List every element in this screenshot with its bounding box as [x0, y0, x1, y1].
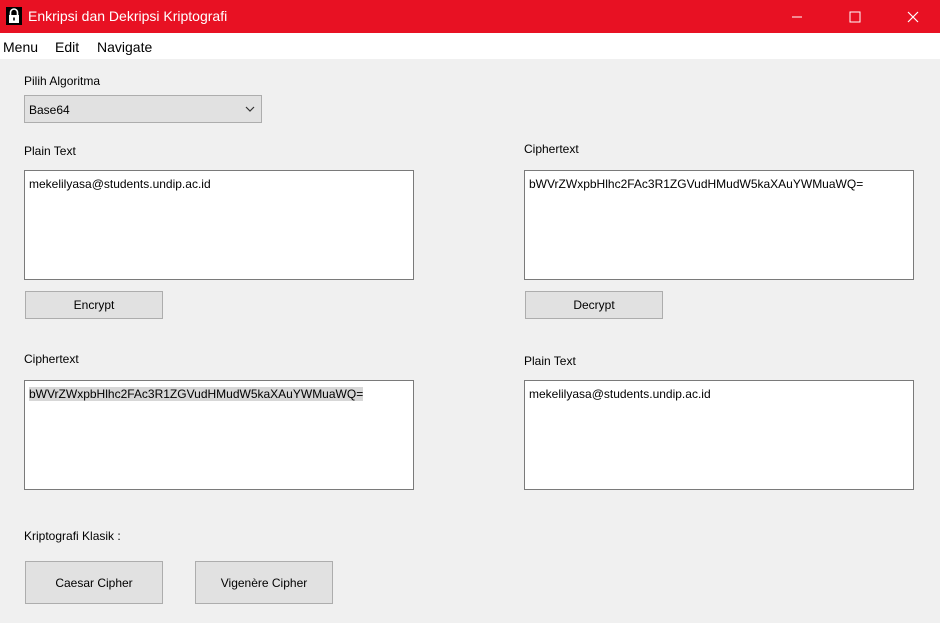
- menu-navigate[interactable]: Navigate: [97, 39, 152, 55]
- algorithm-selected-value: Base64: [29, 103, 70, 117]
- menu-menu[interactable]: Menu: [3, 39, 38, 55]
- ciphertext-input-value: bWVrZWxpbHlhc2FAc3R1ZGVudHMudW5kaXAuYWMu…: [529, 177, 864, 191]
- plain-text-output[interactable]: mekelilyasa@students.undip.ac.id: [524, 380, 914, 490]
- menu-edit[interactable]: Edit: [55, 39, 79, 55]
- caesar-cipher-button[interactable]: Caesar Cipher: [25, 561, 163, 604]
- plain-text-output-value: mekelilyasa@students.undip.ac.id: [529, 387, 711, 401]
- ciphertext-input[interactable]: bWVrZWxpbHlhc2FAc3R1ZGVudHMudW5kaXAuYWMu…: [524, 170, 914, 280]
- plain-text-input[interactable]: mekelilyasa@students.undip.ac.id: [24, 170, 414, 280]
- menu-bar: Menu Edit Navigate: [0, 33, 940, 59]
- ciphertext-output[interactable]: bWVrZWxpbHlhc2FAc3R1ZGVudHMudW5kaXAuYWMu…: [24, 380, 414, 490]
- ciphertext-input-label: Ciphertext: [524, 142, 579, 156]
- maximize-button[interactable]: [826, 0, 884, 33]
- ciphertext-output-value: bWVrZWxpbHlhc2FAc3R1ZGVudHMudW5kaXAuYWMu…: [29, 387, 364, 401]
- plain-text-value: mekelilyasa@students.undip.ac.id: [29, 177, 211, 191]
- minimize-button[interactable]: [768, 0, 826, 33]
- encrypt-button[interactable]: Encrypt: [25, 291, 163, 319]
- classic-crypto-label: Kriptografi Klasik :: [24, 529, 121, 543]
- algorithm-label: Pilih Algoritma: [24, 74, 101, 88]
- chevron-down-icon: [245, 106, 255, 112]
- window-title: Enkripsi dan Dekripsi Kriptografi: [28, 8, 228, 24]
- maximize-icon: [849, 11, 861, 22]
- decrypt-button[interactable]: Decrypt: [525, 291, 663, 319]
- close-button[interactable]: [884, 0, 940, 33]
- title-bar: Enkripsi dan Dekripsi Kriptografi: [0, 0, 940, 33]
- lock-icon: [6, 7, 22, 25]
- plain-text-output-label: Plain Text: [524, 354, 576, 368]
- ciphertext-output-label: Ciphertext: [24, 352, 79, 366]
- minimize-icon: [792, 16, 802, 17]
- algorithm-select[interactable]: Base64: [24, 95, 262, 123]
- plain-text-label: Plain Text: [24, 144, 76, 158]
- close-icon: [907, 11, 919, 22]
- vigenere-cipher-button[interactable]: Vigenère Cipher: [195, 561, 333, 604]
